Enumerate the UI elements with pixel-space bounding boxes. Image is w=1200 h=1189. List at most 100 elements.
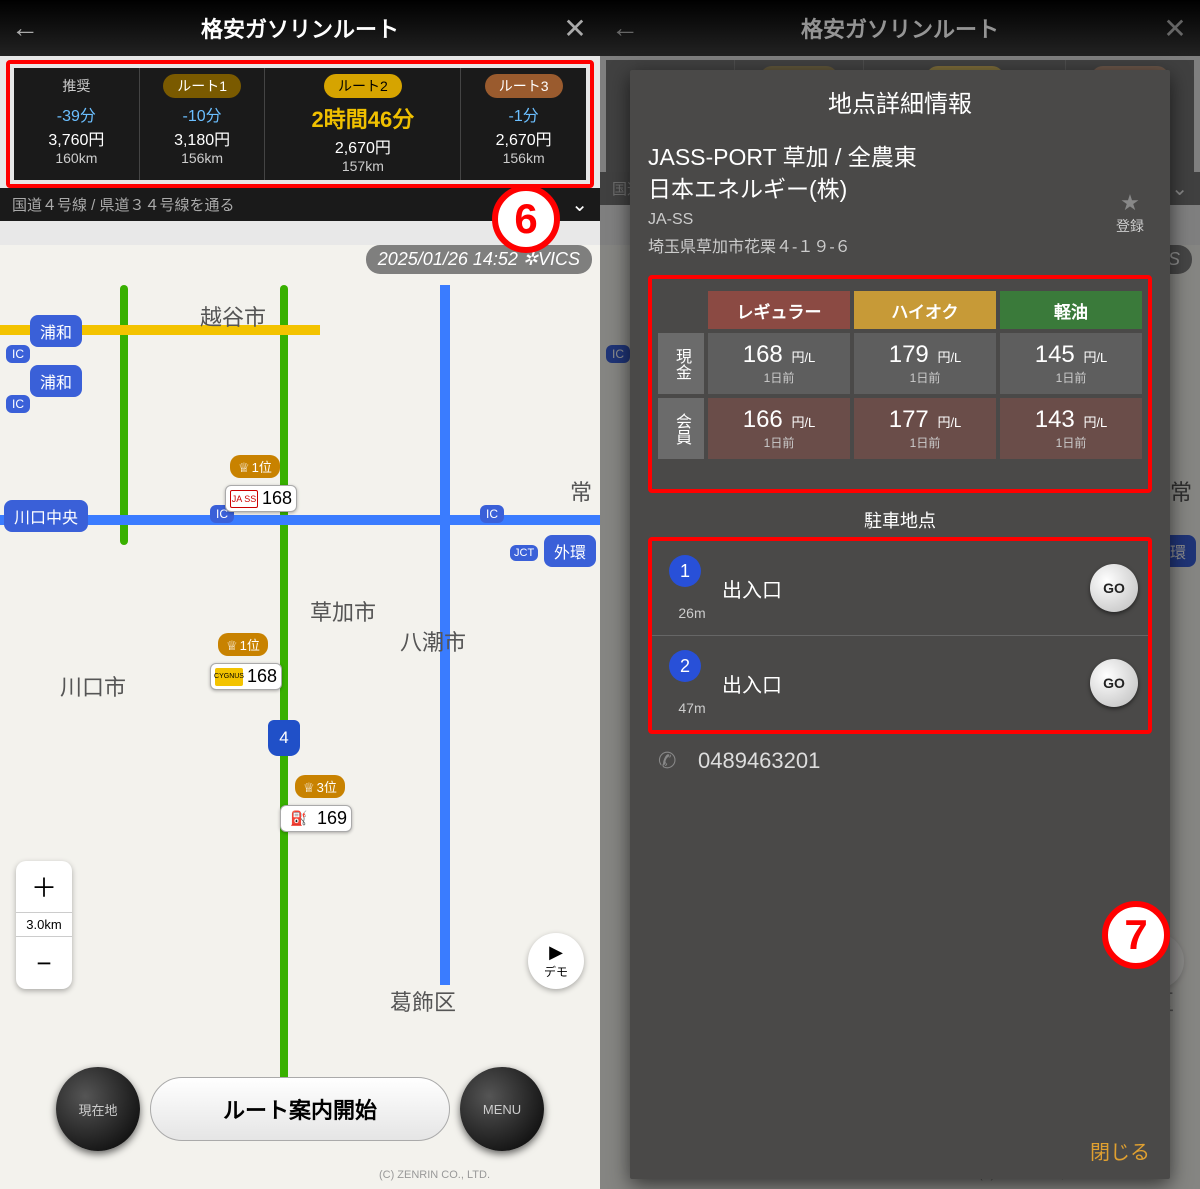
station-name: JASS-PORT 草加 / 全農東 日本エネルギー(株) xyxy=(648,141,1152,205)
route-card-2-active[interactable]: ルート2 2時間46分 2,670円 157km xyxy=(265,68,461,180)
page-title: 格安ガソリンルート xyxy=(650,12,1150,44)
row-header-cash: 現金 xyxy=(658,333,704,394)
header-bar: ← 格安ガソリンルート ✕ xyxy=(600,0,1200,56)
fuel-price-table: レギュラー ハイオク 軽油 現金 168 円/L1日前 179 円/L1日前 1… xyxy=(658,291,1142,459)
annotation-6: 6 xyxy=(492,185,560,253)
rank-badge: 1位 xyxy=(218,633,268,656)
go-button[interactable]: GO xyxy=(1090,564,1138,612)
demo-button[interactable]: ▶ デモ xyxy=(528,933,584,989)
route-label: ルート3 xyxy=(485,74,563,98)
favorite-button[interactable]: ★ 登録 xyxy=(1116,190,1144,236)
demo-label: デモ xyxy=(544,963,568,980)
col-header-regular: レギュラー xyxy=(708,291,850,329)
map-copyright: (C) ZENRIN CO., LTD. xyxy=(379,1169,490,1181)
city-label: 草加市 xyxy=(310,595,376,627)
price-value: 169 xyxy=(317,808,347,829)
current-location-dial[interactable]: 現在地 xyxy=(56,1067,140,1151)
phone-number: 0489463201 xyxy=(698,748,820,774)
route-time: -1分 xyxy=(465,102,582,126)
station-address: 埼玉県草加市花栗４-１９-６ xyxy=(648,233,1152,257)
route-card-3[interactable]: ルート3 -1分 2,670円 156km xyxy=(461,68,586,180)
price-cell: 168 円/L1日前 xyxy=(708,333,850,394)
ic-label: 川口中央 xyxy=(4,500,88,532)
route-time: -39分 xyxy=(18,102,135,126)
ic-label: 浦和 xyxy=(30,365,82,397)
parking-distance: 47m xyxy=(678,700,705,716)
fuel-icon: ⛽ xyxy=(285,810,313,828)
zoom-in-button[interactable]: ＋ xyxy=(16,861,72,913)
gas-price-pin[interactable]: ⛽ 169 xyxy=(280,805,352,832)
sheet-close-button[interactable]: 閉じる xyxy=(630,1126,1170,1179)
parking-item[interactable]: 1 26m 出入口 GO xyxy=(652,541,1148,636)
route-via-text: 国道４号線 / 県道３４号線を通る xyxy=(12,194,235,215)
col-header-hioct: ハイオク xyxy=(854,291,996,329)
route-label: 推奨 xyxy=(48,74,104,98)
start-guidance-button[interactable]: ルート案内開始 xyxy=(150,1077,450,1141)
rank-badge: 3位 xyxy=(295,775,345,798)
menu-dial[interactable]: MENU xyxy=(460,1067,544,1151)
rank-badge: 1位 xyxy=(230,455,280,478)
page-title: 格安ガソリンルート xyxy=(50,12,550,44)
route-distance: 156km xyxy=(465,150,582,166)
price-value: 168 xyxy=(262,488,292,509)
parking-number-badge: 2 xyxy=(669,650,701,682)
map-area[interactable]: 2025/01/26 14:52 ✲VICS 越谷市 川口市 草加市 八潮市 葛… xyxy=(0,245,600,1189)
route-time: -10分 xyxy=(144,102,261,126)
parking-list-highlight: 1 26m 出入口 GO 2 47m 出入口 GO xyxy=(648,537,1152,734)
city-label: 越谷市 xyxy=(200,300,266,332)
route-card-recommended[interactable]: 推奨 -39分 3,760円 160km xyxy=(14,68,140,180)
header-bar: ← 格安ガソリンルート ✕ xyxy=(0,0,600,56)
annotation-7: 7 xyxy=(1102,901,1170,969)
city-label: 八潮市 xyxy=(400,625,466,657)
phone-row[interactable]: ✆ 0489463201 xyxy=(648,734,1152,774)
play-icon: ▶ xyxy=(549,942,563,963)
price-table-highlight: レギュラー ハイオク 軽油 現金 168 円/L1日前 179 円/L1日前 1… xyxy=(648,275,1152,493)
back-icon[interactable]: ← xyxy=(0,12,50,44)
route-card-1[interactable]: ルート1 -10分 3,180円 156km xyxy=(140,68,266,180)
price-cell: 177 円/L1日前 xyxy=(854,398,996,459)
route-label: ルート2 xyxy=(324,74,402,98)
close-icon[interactable]: ✕ xyxy=(1150,12,1200,45)
city-label: 川口市 xyxy=(60,670,126,702)
station-brand: JA-SS xyxy=(648,211,1152,229)
route-label: ルート1 xyxy=(163,74,241,98)
route-price: 2,670円 xyxy=(465,126,582,150)
sheet-title: 地点詳細情報 xyxy=(630,84,1170,119)
ic-badge: IC xyxy=(6,345,30,363)
parking-number-badge: 1 xyxy=(669,555,701,587)
gas-price-pin[interactable]: JA SS 168 xyxy=(225,485,297,512)
route-distance: 156km xyxy=(144,150,261,166)
star-icon: ★ xyxy=(1116,190,1144,216)
price-cell: 166 円/L1日前 xyxy=(708,398,850,459)
route-price: 3,760円 xyxy=(18,126,135,150)
go-button[interactable]: GO xyxy=(1090,659,1138,707)
parking-distance: 26m xyxy=(678,605,705,621)
price-cell: 143 円/L1日前 xyxy=(1000,398,1142,459)
price-cell: 145 円/L1日前 xyxy=(1000,333,1142,394)
col-header-diesel: 軽油 xyxy=(1000,291,1142,329)
route-price: 3,180円 xyxy=(144,126,261,150)
ic-badge: IC xyxy=(6,395,30,413)
vics-timestamp: 2025/01/26 14:52 ✲VICS xyxy=(366,245,592,274)
ic-label: 浦和 xyxy=(30,315,82,347)
route-time: 2時間46分 xyxy=(269,102,456,134)
back-icon[interactable]: ← xyxy=(600,12,650,44)
price-cell: 179 円/L1日前 xyxy=(854,333,996,394)
parking-name: 出入口 xyxy=(722,669,1090,698)
bottom-action-bar: 現在地 ルート案内開始 MENU xyxy=(0,1059,600,1159)
route-distance: 157km xyxy=(269,158,456,174)
route-price: 2,670円 xyxy=(269,134,456,158)
favorite-label: 登録 xyxy=(1116,216,1144,236)
route-shield-icon: 4 xyxy=(268,720,300,756)
chevron-down-icon[interactable]: ⌄ xyxy=(571,192,588,217)
route-distance: 160km xyxy=(18,150,135,166)
close-icon[interactable]: ✕ xyxy=(550,12,600,45)
ic-badge: IC xyxy=(480,505,504,523)
route-summary-highlight: 推奨 -39分 3,760円 160km ルート1 -10分 3,180円 15… xyxy=(6,60,594,188)
parking-item[interactable]: 2 47m 出入口 GO xyxy=(652,636,1148,730)
detail-sheet: 地点詳細情報 JASS-PORT 草加 / 全農東 日本エネルギー(株) ★ 登… xyxy=(630,70,1170,1179)
row-header-member: 会員 xyxy=(658,398,704,459)
zoom-control: ＋ 3.0km − xyxy=(16,861,72,989)
gas-price-pin[interactable]: CYGNUS 168 xyxy=(210,663,282,690)
zoom-out-button[interactable]: − xyxy=(16,937,72,989)
